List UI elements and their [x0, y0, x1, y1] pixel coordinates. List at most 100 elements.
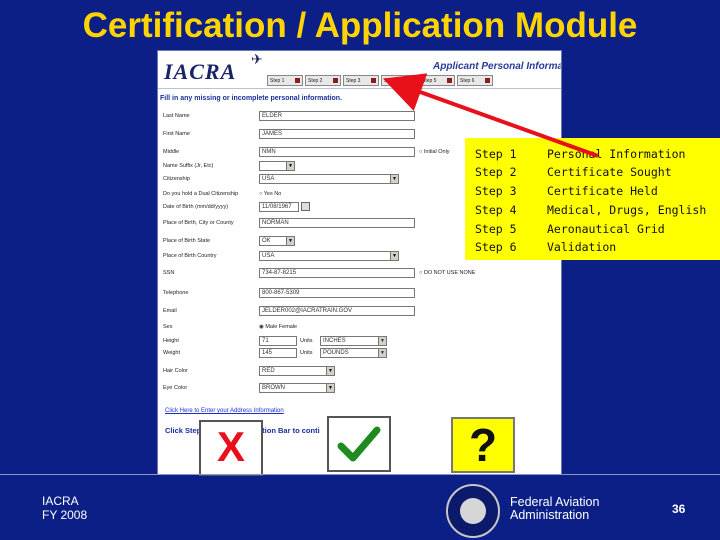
chevron-down-icon: ▼	[286, 237, 294, 245]
eye-select[interactable]: BROWN ▼	[259, 383, 335, 393]
suffix-select[interactable]: ▼	[259, 161, 295, 171]
pob-state-value: OK	[262, 238, 271, 244]
hair-select[interactable]: RED ▼	[259, 366, 335, 376]
height-units-select[interactable]: INCHES ▼	[320, 336, 387, 346]
step-number: Step 5	[475, 222, 517, 236]
question-mark: ?	[451, 417, 515, 473]
step-number: Step 6	[475, 240, 517, 254]
dual-label: Do you hold a Dual Citizenship	[163, 191, 239, 197]
chevron-down-icon: ▼	[390, 175, 398, 183]
row-last-name: Last Name ELDER	[163, 110, 553, 124]
weight-units-select[interactable]: POUNDS ▼	[320, 348, 387, 358]
last-name-input[interactable]: ELDER	[259, 111, 415, 121]
ssn-options: DO NOT USE NONE	[423, 270, 476, 276]
tab-label: Step 5	[422, 78, 437, 84]
dob-input[interactable]: 11/08/1967	[259, 202, 299, 212]
citizenship-label: Citizenship	[163, 176, 190, 182]
ssn-label: SSN	[163, 270, 175, 276]
tab-step-5[interactable]: Step 5	[419, 75, 455, 86]
address-link[interactable]: Click Here to Enter your Address Informa…	[165, 408, 284, 414]
ssn-radio[interactable]: ○ DO NOT USE NONE	[419, 270, 475, 276]
tab-label: Step 6	[460, 78, 475, 84]
page-number: 36	[672, 502, 686, 516]
weight-units-value: POUNDS	[323, 350, 349, 356]
initial-only-radio[interactable]: ○ Initial Only	[419, 149, 450, 155]
steps-callout: Step 1 Personal Information Step 2 Certifi…	[465, 138, 720, 260]
tab-step-3[interactable]: Step 3	[343, 75, 379, 86]
chevron-down-icon: ▼	[326, 384, 334, 392]
app-header: IACRA ✈ Applicant Personal Information S…	[158, 51, 561, 89]
first-name-label: First Name	[163, 131, 190, 137]
check-mark-svg	[337, 426, 381, 462]
citizenship-select[interactable]: USA ▼	[259, 174, 399, 184]
pob-label: Place of Birth, City or County	[163, 220, 234, 226]
row-telephone: Telephone 800-867-5309	[163, 287, 553, 301]
tab-status-icon	[371, 78, 376, 83]
eye-label: Eye Color	[163, 385, 188, 391]
tab-status-icon	[447, 78, 452, 83]
height-label: Height	[163, 338, 179, 344]
row-sex: Sex ◉ Male Female	[163, 321, 553, 335]
last-name-label: Last Name	[163, 113, 190, 119]
tab-step-1[interactable]: Step 1	[267, 75, 303, 86]
plane-icon: ✈	[251, 51, 263, 67]
middle-label: Middle	[163, 149, 180, 155]
pob-country-select[interactable]: USA ▼	[259, 251, 399, 261]
height-input[interactable]: 71	[259, 336, 297, 346]
faa-name: Federal Aviation Administration	[510, 496, 599, 522]
step-description: Aeronautical Grid	[547, 222, 665, 236]
tab-label: Step 4	[384, 78, 399, 84]
footer-left: IACRA FY 2008	[42, 494, 87, 522]
weight-input[interactable]: 145	[259, 348, 297, 358]
dual-radio[interactable]: ○ Yes No	[259, 191, 281, 197]
telephone-label: Telephone	[163, 290, 189, 296]
step-number: Step 1	[475, 147, 517, 161]
step-description: Medical, Drugs, English	[547, 203, 707, 217]
row-email: Email JELDER002@IACRATRAIN.GOV	[163, 305, 553, 319]
pob-state-label: Place of Birth State	[163, 238, 211, 244]
initial-only-label: Initial Only	[423, 149, 450, 155]
click-step-text-cont: ation Bar to conti	[258, 426, 320, 435]
slide-title: Certification / Application Module	[82, 6, 638, 45]
middle-input[interactable]: NMN	[259, 147, 415, 157]
sex-radio[interactable]: ◉ Male Female	[259, 324, 297, 330]
sex-options: Male Female	[265, 324, 298, 330]
tab-status-icon	[409, 78, 414, 83]
pob-input[interactable]: NORMAN	[259, 218, 415, 228]
click-step-text: Click Step	[165, 426, 202, 435]
step-description: Certificate Sought	[547, 165, 672, 179]
check-icon	[327, 416, 391, 472]
tab-label: Step 3	[346, 78, 361, 84]
first-name-input[interactable]: JAMES	[259, 129, 415, 139]
weight-units-label: Units	[300, 350, 313, 356]
iacra-screenshot: IACRA ✈ Applicant Personal Information S…	[157, 50, 562, 475]
row-hair: Hair Color RED ▼	[163, 365, 553, 379]
iacra-logo: IACRA	[164, 59, 237, 84]
height-units-value: INCHES	[323, 338, 346, 344]
ssn-input[interactable]: 734-87-8215	[259, 268, 415, 278]
step-description: Personal Information	[547, 147, 686, 161]
tab-status-icon	[295, 78, 300, 83]
hair-value: RED	[262, 368, 275, 374]
chevron-down-icon: ▼	[326, 367, 334, 375]
email-label: Email	[163, 308, 177, 314]
citizenship-value: USA	[262, 176, 275, 182]
dob-label: Date of Birth (mm/dd/yyyy)	[163, 204, 229, 210]
hair-label: Hair Color	[163, 368, 188, 374]
sex-label: Sex	[163, 324, 173, 330]
telephone-input[interactable]: 800-867-5309	[259, 288, 415, 298]
step-number: Step 2	[475, 165, 517, 179]
tab-step-4[interactable]: Step 4	[381, 75, 417, 86]
chevron-down-icon: ▼	[378, 337, 386, 345]
row-eye: Eye Color BROWN ▼	[163, 382, 553, 396]
footer-divider	[0, 474, 720, 475]
dual-options: Yes No	[263, 191, 282, 197]
row-weight: Weight 145 Units POUNDS ▼	[163, 347, 553, 361]
email-input[interactable]: JELDER002@IACRATRAIN.GOV	[259, 306, 415, 316]
pob-state-select[interactable]: OK ▼	[259, 236, 295, 246]
tab-step-6[interactable]: Step 6	[457, 75, 493, 86]
tab-step-2[interactable]: Step 2	[305, 75, 341, 86]
chevron-down-icon: ▼	[286, 162, 294, 170]
calendar-icon[interactable]	[301, 202, 310, 211]
step-description: Validation	[547, 240, 617, 254]
